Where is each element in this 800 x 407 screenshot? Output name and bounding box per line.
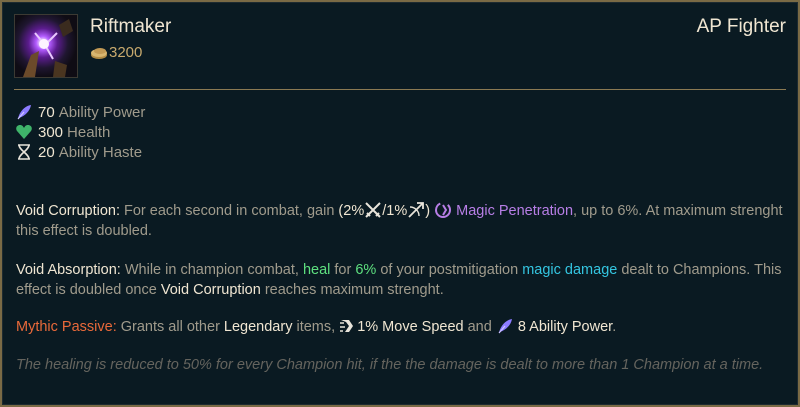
riftmaker-item-icon [14,14,78,78]
move-speed-icon [340,320,354,332]
health-icon [16,125,32,139]
ability-power-icon [498,319,512,334]
stat-label: Health [67,123,111,141]
stats-list: 70 Ability Power 300 Health 20 Ability H… [15,102,145,162]
magic-penetration-keyword: Magic Penetration [456,203,574,219]
stat-health: 300 Health [15,122,145,142]
stat-value: 20 [38,143,55,161]
item-class-tag: AP Fighter [696,16,786,37]
void-absorption-passive: Void Absorption: While in champion comba… [16,260,788,300]
ability-power-value: 8 Ability Power [517,319,613,335]
passive-text: and [463,319,496,335]
magic-damage-keyword: magic damage [522,262,618,278]
passive-name: Mythic Passive: [16,319,117,335]
item-cost-value: 3200 [109,44,143,61]
stat-label: Ability Power [58,103,146,121]
magic-penetration-icon [435,202,452,218]
passive-name: Void Absorption: [16,262,121,278]
move-speed-value: 1% Move Speed [357,319,464,335]
stat-ability-power: 70 Ability Power [15,102,145,122]
mythic-passive: Mythic Passive: Grants all other Legenda… [16,317,788,337]
stat-value: 300 [38,123,64,141]
header-divider [14,89,786,90]
item-note: The healing is reduced to 50% for every … [16,357,764,373]
passive-text: items, [292,319,340,335]
ranged-bow-icon [408,202,425,218]
melee-swords-icon [365,202,381,218]
passive-text: While in champion combat, [120,262,303,278]
heal-percent: 6% [355,262,377,278]
legendary-keyword: Legendary [223,319,293,335]
item-tooltip: Riftmaker 3200 AP Fighter 70 Ability Pow… [0,0,800,407]
passive-name: Void Corruption: [16,203,120,219]
stat-label: Ability Haste [58,143,143,161]
gold-coins-icon [91,47,107,59]
heal-keyword: heal [302,262,331,278]
stat-value: 70 [38,103,55,121]
ability-power-icon [17,105,31,120]
passive-text: reaches maximum strenght. [260,282,444,298]
passive-text: . [612,319,617,335]
void-corruption-passive: Void Corruption: For each second in comb… [16,201,788,241]
paren-close: ) [425,203,431,219]
melee-value: 2% [343,203,365,219]
item-cost: 3200 [90,44,142,61]
item-name: Riftmaker [90,16,172,37]
passive-text: for [330,262,356,278]
stat-ability-haste: 20 Ability Haste [15,142,145,162]
ranged-value: 1% [386,203,408,219]
passive-text: of your postmitigation [376,262,523,278]
void-corruption-keyword: Void Corruption [160,282,261,298]
passive-text: For each second in combat, gain [119,203,339,219]
ability-haste-icon [18,144,30,160]
passive-text: Grants all other [116,319,224,335]
